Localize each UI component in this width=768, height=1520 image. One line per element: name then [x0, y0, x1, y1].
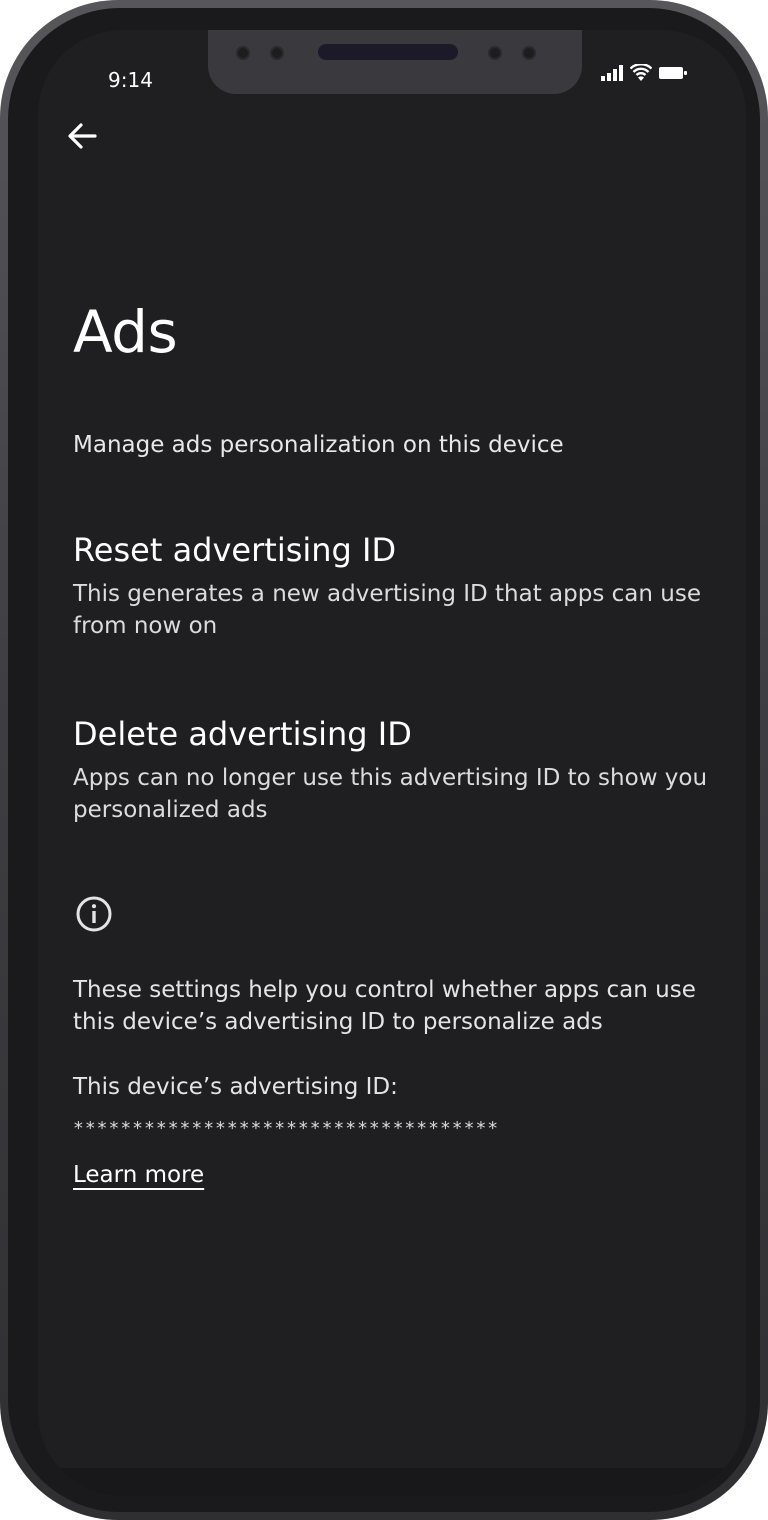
option-title: Delete advertising ID — [73, 715, 412, 753]
info-icon — [76, 896, 112, 932]
delete-advertising-id-option[interactable]: Delete advertising ID Apps can no longer… — [73, 714, 733, 826]
page-title: Ads — [73, 298, 178, 366]
status-icons — [600, 64, 688, 82]
wifi-icon — [630, 64, 652, 81]
back-button[interactable] — [62, 116, 102, 156]
advertising-id-value: ************************************ — [73, 1118, 500, 1139]
sensor-dot — [522, 46, 536, 60]
sensor-dot — [236, 46, 250, 60]
learn-more-link[interactable]: Learn more — [73, 1162, 204, 1188]
option-description: Apps can no longer use this advertising … — [73, 765, 708, 823]
screen: 9:14 Ads Manage ads personalization on t… — [38, 30, 746, 1496]
front-camera — [488, 46, 502, 60]
info-text: These settings help you control whether … — [73, 977, 696, 1035]
back-arrow-icon — [68, 123, 97, 149]
option-title: Reset advertising ID — [73, 531, 397, 569]
signal-icon — [601, 65, 623, 81]
phone-frame: 9:14 Ads Manage ads personalization on t… — [0, 0, 768, 1520]
status-time: 9:14 — [108, 68, 153, 92]
battery-icon — [659, 67, 687, 79]
bottom-strip — [38, 1468, 746, 1496]
page-subtitle: Manage ads personalization on this devic… — [73, 432, 564, 458]
advertising-id-label: This device’s advertising ID: — [73, 1074, 398, 1100]
earpiece-speaker — [318, 44, 458, 60]
option-description: This generates a new advertising ID that… — [73, 581, 701, 639]
phone-bezel: 9:14 Ads Manage ads personalization on t… — [8, 8, 760, 1512]
front-camera — [270, 46, 284, 60]
reset-advertising-id-option[interactable]: Reset advertising ID This generates a ne… — [73, 530, 733, 642]
camera-notch — [208, 30, 582, 94]
